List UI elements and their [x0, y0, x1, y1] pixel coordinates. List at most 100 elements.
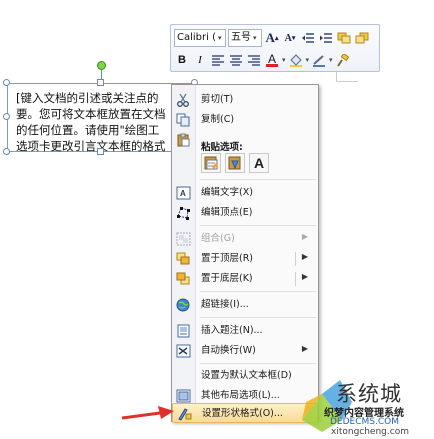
align-left-icon	[212, 54, 224, 66]
arrange-button[interactable]	[354, 29, 370, 47]
grow-font-button[interactable]: A ▴	[264, 29, 280, 47]
toolbar-leader-line	[336, 81, 358, 82]
submenu-arrow-icon[interactable]: ▶	[302, 272, 308, 281]
format-shape-icon	[178, 408, 192, 421]
menu-item-label: 设置形状格式(O)...	[202, 408, 283, 419]
italic-button[interactable]: I	[192, 51, 208, 69]
menu-item-label: 自动换行(W)	[201, 345, 256, 356]
paste-text-only-button[interactable]: A	[249, 153, 269, 173]
menu-item-label: 编辑顶点(E)	[201, 207, 253, 218]
bold-button[interactable]: B	[174, 51, 190, 69]
menu-item-label: 插入题注(N)...	[201, 325, 263, 336]
insert-caption-icon	[177, 324, 190, 338]
pen-outline-icon	[313, 54, 326, 67]
menu-item-copy[interactable]: 复制(C)	[172, 110, 318, 130]
font-color-glyph: A	[267, 51, 276, 66]
rotation-handle[interactable]	[97, 61, 106, 70]
resize-handle[interactable]	[3, 79, 10, 86]
menu-item-edit-points[interactable]: 编辑顶点(E)	[172, 203, 318, 223]
paste-text-only-glyph: A	[253, 155, 265, 171]
chevron-down-icon: ▾	[253, 34, 257, 42]
grow-font-glyph: A	[265, 30, 275, 45]
menu-item-insert-caption[interactable]: 插入题注(N)...	[172, 321, 318, 341]
menu-item-hyperlink[interactable]: 超链接(I)...	[172, 295, 318, 315]
mini-toolbar-row-1: Calibri ( ▾ 五号 ▾ A ▴ A ▾	[174, 28, 370, 48]
font-color-swatch	[266, 63, 278, 67]
resize-handle[interactable]	[3, 113, 10, 120]
menu-item-label: 超链接(I)...	[201, 299, 249, 310]
format-painter-icon	[336, 53, 349, 67]
shrink-font-glyph: A	[284, 32, 292, 44]
align-center-icon	[230, 54, 242, 66]
menu-separator	[200, 225, 316, 226]
resize-handle[interactable]	[97, 79, 104, 86]
menu-separator	[200, 317, 316, 318]
menu-item-edit-text[interactable]: A 编辑文字(X)	[172, 183, 318, 203]
edit-text-icon: A	[176, 186, 191, 200]
decrease-indent-button[interactable]	[300, 29, 316, 47]
layout-options-icon	[176, 389, 191, 403]
svg-text:A: A	[180, 189, 186, 198]
align-right-icon	[248, 54, 260, 66]
chevron-down-icon[interactable]: ▾	[282, 56, 286, 64]
decrease-indent-icon	[302, 33, 314, 43]
shape-outline-button[interactable]	[311, 51, 327, 69]
align-right-button[interactable]	[246, 51, 262, 69]
submenu-arrow-icon: ▶	[301, 232, 308, 241]
menu-separator	[200, 363, 316, 364]
increase-indent-icon	[320, 33, 332, 43]
menu-item-wrap-text[interactable]: 自动换行(W) ▶	[172, 341, 318, 361]
resize-handle[interactable]	[97, 148, 104, 155]
align-left-button[interactable]	[210, 51, 226, 69]
shrink-font-icon: ▾	[291, 34, 296, 42]
menu-item-group[interactable]: 组合(G) ▶	[172, 229, 318, 249]
quote-text-box[interactable]: [键入文档的引述或关注点的 要。您可将文本框放置在文档 的任何位置。请使用"绘图工选…	[7, 83, 197, 153]
menu-item-bring-to-front[interactable]: 置于顶层(R) ▶	[172, 249, 318, 269]
paste-merge-format-button[interactable]	[225, 153, 245, 173]
increase-indent-button[interactable]	[318, 29, 334, 47]
split-divider	[295, 252, 296, 266]
menu-item-paste-options-header	[172, 130, 318, 150]
menu-item-label: 置于顶层(R)	[201, 253, 254, 264]
font-name-value: Calibri (	[177, 32, 216, 43]
paste-merge-format-icon	[228, 156, 241, 170]
scissors-icon	[177, 93, 189, 107]
font-name-combo[interactable]: Calibri ( ▾	[174, 29, 226, 47]
send-to-back-icon	[176, 272, 190, 285]
submenu-arrow-icon: ▶	[301, 344, 308, 353]
resize-handle[interactable]	[3, 148, 10, 155]
submenu-arrow-icon[interactable]: ▶	[302, 252, 308, 261]
shrink-font-button[interactable]: A ▾	[282, 29, 298, 47]
chevron-down-icon[interactable]: ▾	[329, 56, 333, 64]
font-size-value: 五号	[231, 32, 251, 43]
shape-style-icon	[337, 32, 351, 44]
red-pointer-arrow	[121, 406, 174, 420]
shape-style-button[interactable]	[336, 29, 352, 47]
menu-item-label: 编辑文字(X)	[201, 187, 253, 198]
font-color-button[interactable]: A	[264, 51, 280, 69]
format-painter-button[interactable]	[335, 51, 351, 69]
edit-points-icon	[177, 207, 190, 220]
menu-item-label: 置于底层(K)	[201, 273, 253, 284]
menu-item-send-to-back[interactable]: 置于底层(K) ▶	[172, 269, 318, 289]
menu-separator	[200, 291, 316, 292]
menu-item-label: 复制(C)	[201, 114, 235, 125]
menu-item-label: 设置为默认文本框(D)	[201, 370, 292, 381]
menu-item-label: 剪切(T)	[201, 94, 234, 105]
mini-toolbar-row-2: B I A ▾ ▾ ▾	[174, 50, 351, 70]
chevron-down-icon[interactable]: ▾	[306, 56, 310, 64]
globe-link-icon	[176, 298, 190, 312]
mini-toolbar: Calibri ( ▾ 五号 ▾ A ▴ A ▾ B I A ▾ ▾ ▾	[170, 24, 380, 72]
paste-keep-format-icon	[204, 156, 218, 170]
paste-options-label: 粘贴选项:	[201, 142, 243, 153]
menu-item-label: 组合(G)	[201, 233, 235, 244]
paste-keep-format-button[interactable]	[201, 153, 221, 173]
menu-item-cut[interactable]: 剪切(T)	[172, 90, 318, 110]
font-size-combo[interactable]: 五号 ▾	[228, 29, 262, 47]
group-icon	[176, 232, 191, 246]
copy-icon	[176, 113, 190, 127]
shape-fill-button[interactable]	[288, 51, 304, 69]
align-center-button[interactable]	[228, 51, 244, 69]
menu-item-label: 其他布局选项(L)...	[201, 390, 280, 401]
arrange-icon	[355, 32, 369, 44]
